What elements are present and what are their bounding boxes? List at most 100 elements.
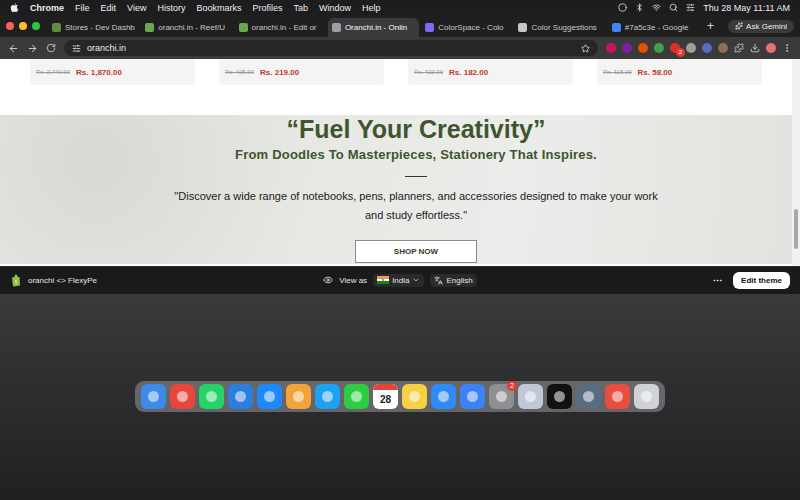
- product-card[interactable]: Rs. 115.00Rs. 58.00: [597, 59, 762, 85]
- preview-icon[interactable]: [518, 384, 543, 409]
- wifi-icon[interactable]: [652, 3, 661, 12]
- browser-tab[interactable]: oranchi.in - Reef/U: [141, 18, 232, 37]
- extension-icon[interactable]: [606, 43, 616, 53]
- forward-icon[interactable]: [27, 43, 38, 54]
- finder-icon[interactable]: [141, 384, 166, 409]
- zoom-button[interactable]: [32, 22, 40, 30]
- favicon-icon: [425, 23, 434, 32]
- preview-controls: View asIndiaEnglish: [323, 274, 476, 287]
- back-icon[interactable]: [8, 43, 19, 54]
- terminal-icon[interactable]: [547, 384, 572, 409]
- facetime-icon[interactable]: [344, 384, 369, 409]
- url-text: oranchi.in: [87, 43, 575, 53]
- menu-item[interactable]: Tab: [293, 3, 308, 13]
- reload-icon[interactable]: [46, 43, 56, 53]
- extension-badge: 2: [676, 48, 685, 57]
- favicon-icon: [239, 23, 248, 32]
- old-price: Rs. 2,740.00: [36, 69, 70, 75]
- minimize-button[interactable]: [19, 22, 27, 30]
- menu-dots-icon[interactable]: [782, 43, 792, 53]
- scrollbar[interactable]: [792, 59, 800, 266]
- extension-icon[interactable]: [702, 43, 712, 53]
- chrome-icon[interactable]: [170, 384, 195, 409]
- browser-tab[interactable]: #7a5c3e - Google: [608, 18, 699, 37]
- calendar-icon[interactable]: 28: [373, 384, 398, 409]
- shop-now-button[interactable]: SHOP NOW: [355, 240, 477, 263]
- ask-gemini-button[interactable]: Ask Gemini: [728, 20, 794, 33]
- qbittorrent-icon[interactable]: [460, 384, 485, 409]
- country-select[interactable]: India: [373, 274, 424, 287]
- whatsapp-icon[interactable]: [199, 384, 224, 409]
- address-bar[interactable]: oranchi.in: [64, 40, 598, 56]
- extensions-puzzle-icon[interactable]: [734, 43, 744, 53]
- theme-editor-bar: oranchi <> FlexyPeView asIndiaEnglishEdi…: [0, 266, 800, 294]
- menu-item[interactable]: Bookmarks: [196, 3, 241, 13]
- extension-icon[interactable]: [638, 43, 648, 53]
- extension-icon[interactable]: 2: [670, 43, 680, 53]
- menu-item[interactable]: Help: [362, 3, 381, 13]
- more-button[interactable]: [710, 273, 725, 288]
- menu-item[interactable]: Edit: [101, 3, 117, 13]
- browser-tab[interactable]: Color Suggestions: [514, 18, 605, 37]
- language-select[interactable]: English: [430, 274, 476, 287]
- page-content: Rs. 2,740.00Rs. 1,870.00 Rs. 425.00Rs. 21…: [0, 59, 792, 266]
- profile-avatar-icon[interactable]: [766, 43, 776, 53]
- editor-actions: Edit theme: [477, 272, 790, 289]
- menu-item[interactable]: View: [127, 3, 146, 13]
- safari-icon[interactable]: [315, 384, 340, 409]
- banner-divider: [405, 176, 427, 177]
- notes-icon[interactable]: [402, 384, 427, 409]
- store-info: oranchi <> FlexyPe: [10, 274, 323, 287]
- menu-item[interactable]: History: [157, 3, 185, 13]
- extension-icon[interactable]: [622, 43, 632, 53]
- extension-icon[interactable]: [654, 43, 664, 53]
- tab-label: #7a5c3e - Google: [625, 23, 689, 32]
- menu-app-name[interactable]: Chrome: [30, 3, 64, 13]
- trash-icon[interactable]: [634, 384, 659, 409]
- product-card[interactable]: Rs. 2,740.00Rs. 1,870.00: [30, 59, 195, 85]
- browser-tab[interactable]: Stores - Dev Dashb: [48, 18, 139, 37]
- apple-icon[interactable]: [10, 3, 19, 13]
- vscode-icon[interactable]: [228, 384, 253, 409]
- sale-price: Rs. 182.00: [449, 68, 488, 77]
- new-tab-button[interactable]: +: [701, 19, 720, 33]
- record-icon[interactable]: [618, 3, 627, 12]
- menu-item[interactable]: Window: [319, 3, 351, 13]
- bluetooth-icon[interactable]: [635, 3, 644, 12]
- banner-subtitle: From Doodles To Masterpieces, Stationery…: [235, 147, 597, 162]
- anydesk-icon[interactable]: [605, 384, 630, 409]
- status-area: Thu 28 May 11:11 AM: [618, 3, 790, 13]
- scrollbar-thumb[interactable]: [794, 209, 798, 249]
- dock-badge: 2: [507, 381, 517, 391]
- tab-label: ColorSpace - Colo: [438, 23, 503, 32]
- bookmark-star-icon[interactable]: [581, 44, 590, 53]
- calendar-date: 28: [380, 394, 391, 405]
- menu-item[interactable]: Profiles: [252, 3, 282, 13]
- edit-theme-button[interactable]: Edit theme: [733, 272, 790, 289]
- product-card[interactable]: Rs. 422.00Rs. 182.00: [408, 59, 573, 85]
- photos-icon[interactable]: [286, 384, 311, 409]
- favicon-icon: [612, 23, 621, 32]
- download-icon[interactable]: [750, 43, 760, 53]
- extension-icon[interactable]: [686, 43, 696, 53]
- browser-tab[interactable]: ColorSpace - Colo: [421, 18, 512, 37]
- app-store-icon[interactable]: [257, 384, 282, 409]
- old-price: Rs. 425.00: [225, 69, 254, 75]
- tab-label: Oranchi.in - Onlin: [345, 23, 407, 32]
- product-card[interactable]: Rs. 425.00Rs. 219.00: [219, 59, 384, 85]
- eye-icon: [323, 275, 333, 285]
- screen: Chrome File Edit View History Bookmarks Profil…: [0, 0, 800, 500]
- browser-tab[interactable]: Oranchi.in - Onlin: [328, 18, 419, 37]
- old-price: Rs. 115.00: [603, 69, 632, 75]
- utility-icon[interactable]: [576, 384, 601, 409]
- site-info-icon[interactable]: [72, 44, 81, 53]
- close-button[interactable]: [6, 22, 14, 30]
- clock[interactable]: Thu 28 May 11:11 AM: [703, 3, 790, 13]
- mail-icon[interactable]: [431, 384, 456, 409]
- search-icon[interactable]: [669, 3, 678, 12]
- extension-icon[interactable]: [718, 43, 728, 53]
- control-center-icon[interactable]: [686, 3, 695, 12]
- settings-icon[interactable]: 2: [489, 384, 514, 409]
- browser-tab[interactable]: oranchi.in - Edit or: [235, 18, 326, 37]
- menu-item[interactable]: File: [75, 3, 90, 13]
